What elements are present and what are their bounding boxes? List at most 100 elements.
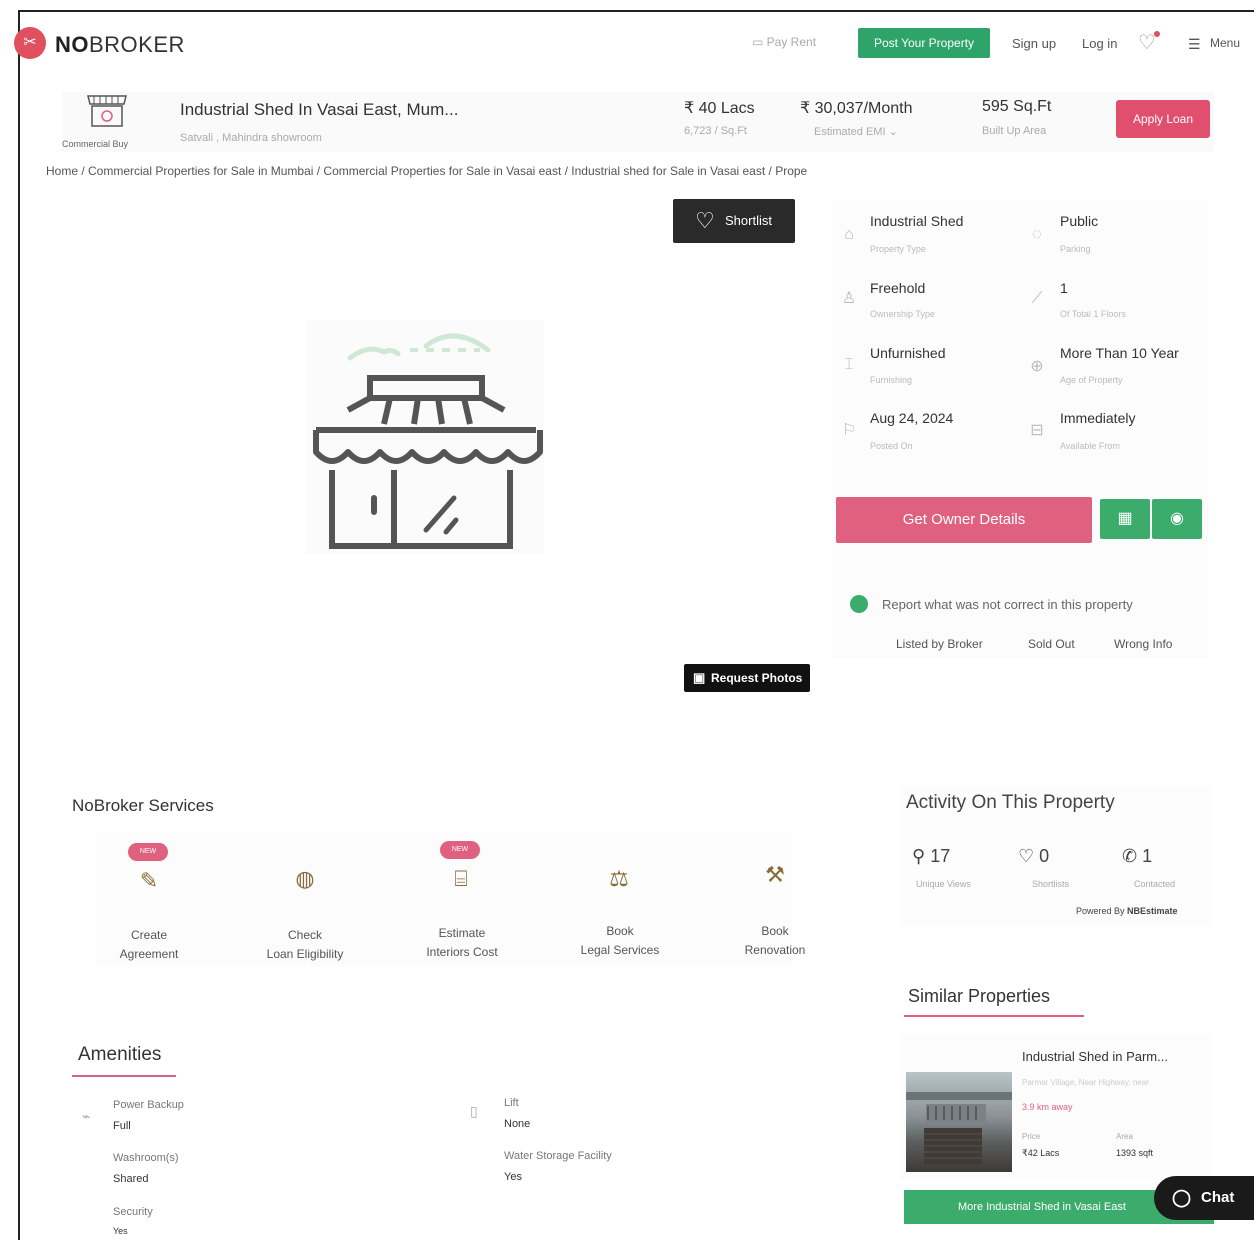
calendar-icon: ▦ (1117, 510, 1133, 527)
detail-label: Property Type (870, 244, 926, 254)
interiors-icon[interactable]: ⌸ (444, 862, 478, 896)
chat-owner-button[interactable]: ◉ (1152, 499, 1202, 539)
amenity-label: Water Storage Facility (504, 1150, 612, 1162)
similar-property-title[interactable]: Industrial Shed in Parm... (1022, 1049, 1168, 1064)
emi-value: ₹ 30,037/Month (800, 100, 913, 117)
request-photos-button[interactable]: ▣ Request Photos (684, 664, 810, 692)
amenity-label: Power Backup (113, 1099, 184, 1111)
amenity-label: Lift (504, 1097, 519, 1109)
heart-icon: ♡ (1018, 846, 1040, 866)
similar-properties-title: Similar Properties (908, 986, 1051, 1006)
amenity-value: Yes (504, 1171, 522, 1183)
legal-gavel-icon[interactable]: ⚖ (602, 862, 636, 896)
lift-icon: ▯ (470, 1103, 478, 1119)
phone-icon: ✆ (1122, 846, 1143, 866)
amenity-value: None (504, 1118, 531, 1130)
property-age-icon: ⊕ (1030, 358, 1044, 375)
stat-label: Shortlists (1032, 879, 1070, 889)
unique-views-stat: ⚲ 17 (912, 846, 951, 866)
breadcrumb[interactable]: Home / Commercial Properties for Sale in… (46, 164, 872, 178)
similar-price-label: Price (1022, 1132, 1041, 1141)
similar-area: 1393 sqft (1116, 1148, 1154, 1158)
area-value: 595 Sq.Ft (982, 98, 1052, 115)
apply-loan-button[interactable]: Apply Loan (1116, 100, 1210, 138)
detail-label: Ownership Type (870, 309, 935, 319)
emi-dropdown[interactable]: Estimated EMI ⌄ (814, 125, 898, 138)
menu-icon[interactable]: ☰ (1188, 36, 1201, 53)
shortlist-button[interactable]: ♡ Shortlist (673, 199, 795, 243)
stat-label: Unique Views (916, 879, 971, 889)
service-estimate-interiors[interactable]: Estimate Interiors Cost (397, 924, 527, 962)
detail-label: Parking (1060, 244, 1091, 254)
similar-property-locality: Parmar Village, Near Highway, near (1022, 1078, 1149, 1087)
nav-pay-rent[interactable]: ▭ Pay Rent (752, 35, 816, 49)
property-locality: Satvali , Mahindra showroom (180, 132, 322, 144)
similar-area-label: Area (1116, 1132, 1133, 1141)
shortlists-stat: ♡ 0 (1018, 846, 1050, 866)
nobroker-logo-icon[interactable]: ✂ (14, 27, 46, 59)
powered-by: Powered By NBEstimate (1076, 906, 1178, 916)
log-in-link[interactable]: Log in (1082, 36, 1117, 51)
service-renovation[interactable]: Book Renovation (710, 922, 840, 960)
sign-up-link[interactable]: Sign up (1012, 36, 1056, 51)
similar-price: ₹42 Lacs (1022, 1148, 1060, 1158)
report-option-sold-out[interactable]: Sold Out (1028, 637, 1075, 651)
amenities-underline (72, 1075, 176, 1077)
detail-value: Industrial Shed (870, 213, 964, 229)
report-option-broker[interactable]: Listed by Broker (896, 637, 983, 651)
message-icon: ◉ (1170, 510, 1184, 527)
chat-button[interactable]: ◯ Chat (1154, 1176, 1254, 1220)
power-backup-icon: ⌁ (82, 1108, 91, 1124)
area-label: Built Up Area (982, 125, 1047, 137)
service-legal[interactable]: Book Legal Services (555, 922, 685, 960)
get-owner-details-button[interactable]: Get Owner Details (836, 497, 1092, 543)
ownership-icon: ♙ (841, 290, 857, 307)
stat-label: Contacted (1134, 879, 1176, 889)
detail-value: Freehold (870, 280, 926, 296)
detail-value: 1 (1060, 280, 1068, 296)
similar-underline (904, 1015, 1084, 1017)
detail-label: Posted On (870, 441, 913, 451)
amenity-value: Shared (113, 1173, 149, 1185)
service-check-loan[interactable]: Check Loan Eligibility (240, 926, 370, 964)
availability-icon: ⊟ (1030, 422, 1044, 439)
contacted-stat: ✆ 1 (1122, 846, 1153, 866)
furnishing-icon: ⌶ (844, 356, 854, 373)
new-badge: NEW (128, 843, 168, 861)
service-create-agreement[interactable]: Create Agreement (84, 926, 214, 964)
detail-label: Available From (1060, 441, 1120, 451)
renovation-icon[interactable]: ⚒ (758, 858, 792, 892)
parking-icon: ◌ (1032, 226, 1042, 243)
detail-value: Unfurnished (870, 345, 946, 361)
property-title: Industrial Shed In Vasai East, Mum... (180, 100, 459, 119)
menu-label[interactable]: Menu (1210, 36, 1240, 50)
category-label: Commercial Buy (62, 139, 129, 149)
loan-icon[interactable]: ◍ (288, 862, 322, 896)
similar-property-distance: 3.9 km away (1022, 1102, 1073, 1112)
detail-value: Public (1060, 213, 1099, 229)
commercial-building-icon (87, 95, 127, 127)
notification-dot (1154, 31, 1160, 37)
amenity-label: Security (113, 1206, 153, 1218)
report-option-wrong-info[interactable]: Wrong Info (1114, 637, 1172, 651)
services-title: NoBroker Services (72, 796, 214, 815)
detail-label: Of Total 1 Floors (1060, 309, 1126, 319)
rent-icon: ▭ (752, 35, 767, 49)
chevron-down-icon: ⌄ (885, 126, 898, 138)
property-details-panel (832, 200, 1208, 658)
calendar-flag-icon: ⚐ (841, 422, 857, 439)
schedule-visit-button[interactable]: ▦ (1100, 499, 1150, 539)
detail-value: Immediately (1060, 410, 1136, 426)
activity-title: Activity On This Property (906, 792, 1115, 813)
post-property-button[interactable]: Post Your Property (858, 28, 990, 58)
floor-icon: ⟋ (1031, 290, 1043, 307)
detail-label: Age of Property (1060, 375, 1123, 385)
agreement-icon[interactable]: ✎ (132, 864, 166, 898)
property-type-icon: ⌂ (844, 226, 854, 243)
amenity-value: Yes (113, 1226, 128, 1236)
report-text: Report what was not correct in this prop… (882, 597, 1133, 612)
nobroker-logo[interactable]: NOBROKER (55, 32, 185, 58)
price-per-sqft: 6,723 / Sq.Ft (684, 125, 747, 137)
amenity-label: Washroom(s) (113, 1152, 179, 1164)
report-info-icon (850, 595, 868, 613)
